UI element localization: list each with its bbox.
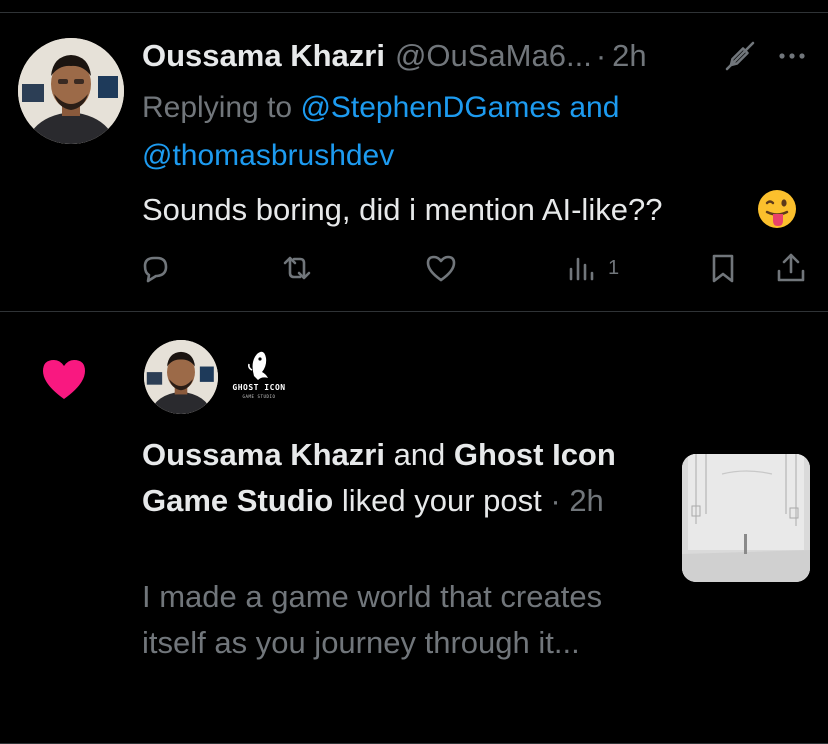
views-count: 1 [608, 256, 620, 279]
winking-face-with-tongue-icon [756, 188, 798, 230]
like-button[interactable] [424, 250, 458, 286]
reply-icon [143, 256, 168, 283]
post-time[interactable]: 2h [612, 38, 646, 74]
replying-prefix: Replying to [142, 91, 293, 124]
post-preview[interactable]: I made a game world that creates itself … [142, 574, 642, 666]
tweet-header: Oussama Khazri @OuSaMa6... · 2h [142, 34, 647, 78]
retweet-icon [283, 256, 311, 280]
notification-object: post [483, 483, 542, 518]
ghost-logo-icon [248, 351, 268, 380]
ghost-icon-studio-avatar[interactable]: GHOST ICON GAME STUDIO [222, 340, 296, 414]
edit-off-icon [722, 38, 758, 74]
reply-button[interactable] [138, 250, 172, 286]
share-button[interactable] [774, 250, 808, 286]
mention-and: and [569, 91, 620, 124]
liker-oussama[interactable]: Oussama Khazri [142, 437, 385, 472]
notification-and: and [393, 437, 446, 472]
more-icon[interactable] [774, 38, 810, 74]
ghost-logo-name: GHOST ICON [232, 383, 286, 392]
retweet-button[interactable] [280, 250, 314, 286]
tweet-text: Sounds boring, did i mention AI-like?? [142, 192, 663, 227]
author-name[interactable]: Oussama Khazri [142, 38, 385, 74]
notification-time: 2h [569, 483, 604, 518]
share-icon [777, 253, 805, 282]
post-thumbnail[interactable] [682, 454, 810, 582]
oussama-avatar[interactable] [144, 340, 218, 414]
notification-divider [0, 311, 828, 312]
separator-dot: · [595, 38, 607, 73]
like-icon [426, 255, 456, 282]
mention-thomasbrushdev[interactable]: @thomasbrushdev [142, 139, 394, 172]
notification-action: liked your [341, 483, 475, 518]
replying-to: Replying to @StephenDGames and @thomasbr… [142, 84, 782, 180]
author-handle[interactable]: @OuSaMa6... [395, 38, 592, 74]
top-divider [0, 12, 828, 13]
author-avatar[interactable] [18, 38, 124, 144]
mention-stephendgames[interactable]: @StephenDGames [300, 91, 561, 124]
views-icon [569, 257, 594, 281]
notification-text: Oussama Khazri and Ghost Icon Game Studi… [142, 437, 616, 518]
views-button[interactable]: 1 [566, 250, 619, 286]
bookmark-button[interactable] [706, 250, 740, 286]
heart-icon [40, 356, 88, 402]
bookmark-icon [712, 254, 734, 283]
ghost-logo-subtitle: GAME STUDIO [242, 394, 276, 399]
